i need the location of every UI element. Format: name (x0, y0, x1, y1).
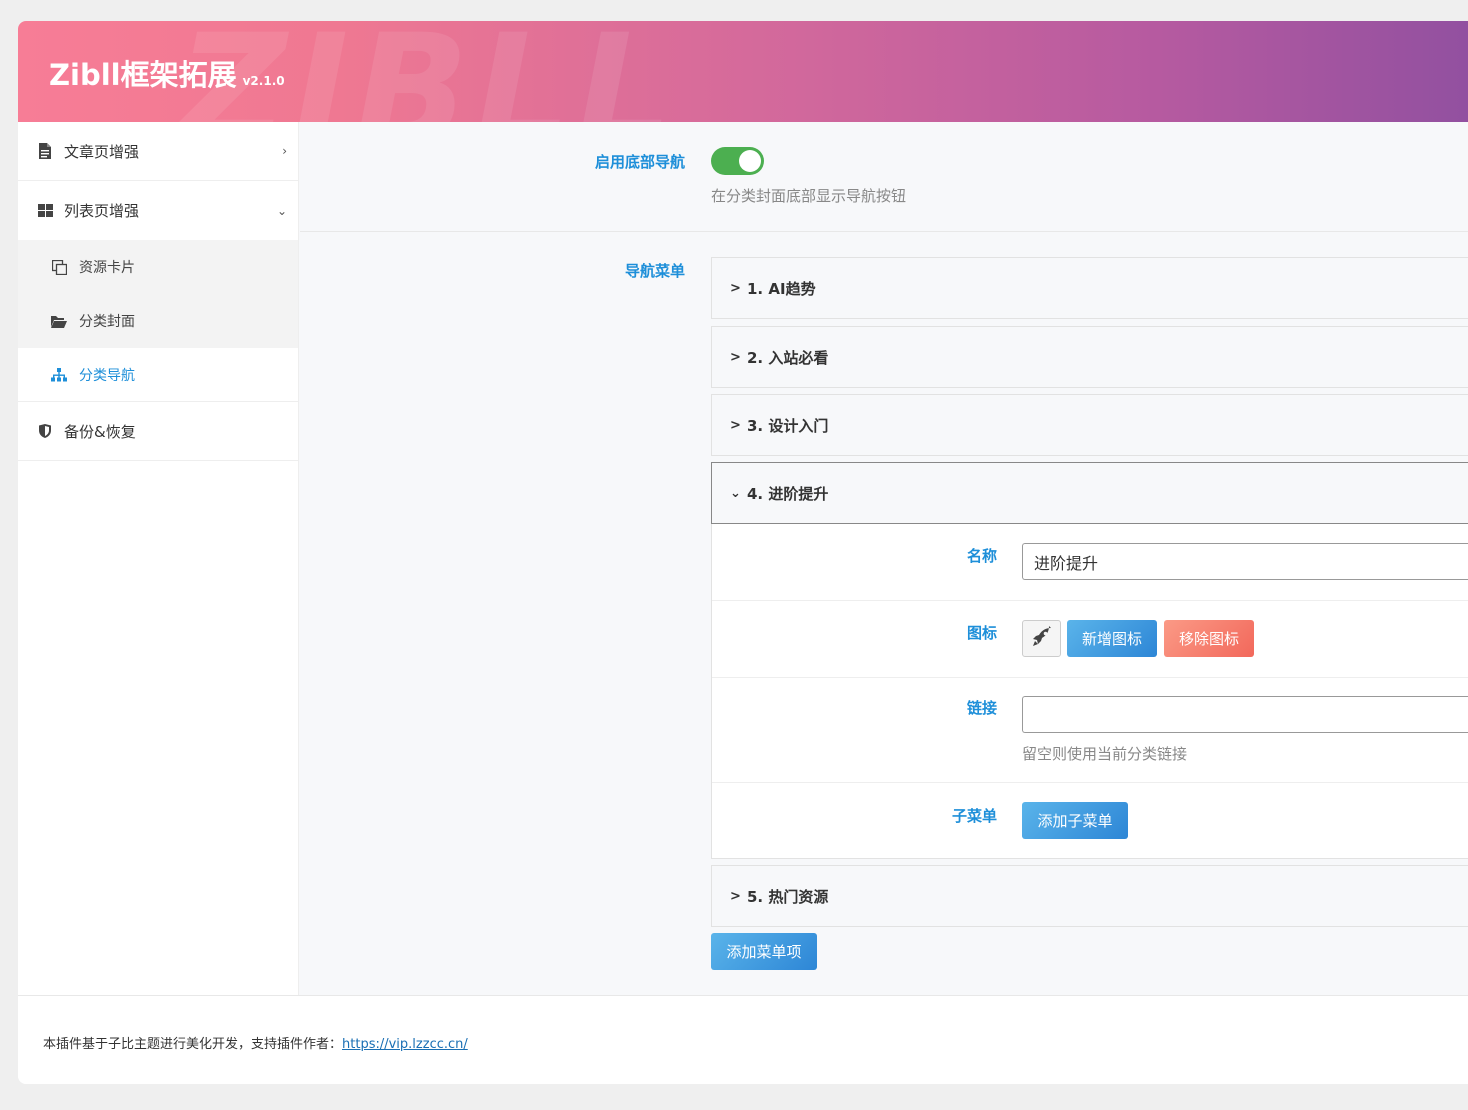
add-menu-item-button[interactable]: 添加菜单项 (711, 933, 817, 970)
footer: 本插件基于子比主题进行美化开发，支持插件作者：https://vip.lzzcc… (18, 995, 1468, 1084)
sidebar-item-label: 资源卡片 (79, 260, 135, 276)
sidebar-item-category-nav[interactable]: 分类导航 (18, 348, 298, 402)
menu-item-title: 进阶提升 (768, 485, 829, 503)
sidebar-item-label: 分类导航 (79, 367, 135, 384)
menu-item-1[interactable]: > 1. AI趋势 (711, 257, 1468, 319)
link-row: 链接 留空则使用当前分类链接 (712, 678, 1468, 782)
remove-icon-button[interactable]: 移除图标 (1164, 620, 1254, 657)
chevron-right-icon: › (282, 144, 287, 158)
grid-icon (37, 203, 53, 219)
toggle-knob (739, 150, 761, 172)
footer-text: 本插件基于子比主题进行美化开发，支持插件作者：https://vip.lzzcc… (43, 1033, 468, 1052)
divider (300, 231, 1468, 232)
chevron-right-icon: > (730, 350, 741, 365)
menu-item-index: 1. (747, 279, 764, 298)
menu-item-4[interactable]: ⌄ 4. 进阶提升 (711, 462, 1468, 524)
bottom-nav-hint: 在分类封面底部显示导航按钮 (711, 187, 907, 205)
footer-note: 本插件基于子比主题进行美化开发，支持插件作者： (43, 1037, 343, 1052)
copy-icon (51, 259, 67, 275)
chevron-down-icon: ⌄ (730, 486, 741, 501)
menu-item-title: AI趋势 (768, 280, 816, 298)
icon-preview[interactable] (1022, 620, 1061, 657)
bottom-nav-row: 启用底部导航 在分类封面底部显示导航按钮 (300, 122, 1468, 231)
menu-item-3[interactable]: > 3. 设计入门 (711, 394, 1468, 456)
folder-open-icon (51, 313, 67, 329)
nav-menu-label: 导航菜单 (624, 262, 685, 280)
menu-item-header[interactable]: > 5. 热门资源 (712, 866, 1468, 927)
menu-item-index: 3. (747, 416, 764, 435)
version-badge: v2.1.0 (242, 74, 285, 88)
rocket-icon (1031, 625, 1053, 652)
page-title: Zibll框架拓展 v2.1.0 (49, 52, 285, 94)
add-submenu-button[interactable]: 添加子菜单 (1022, 802, 1128, 839)
menu-item-header[interactable]: ⌄ 4. 进阶提升 (712, 463, 1468, 524)
bottom-nav-label: 启用底部导航 (594, 153, 685, 171)
menu-item-title: 热门资源 (768, 888, 829, 906)
sidebar-item-resource-card[interactable]: 资源卡片 (18, 240, 298, 294)
sidebar-item-article[interactable]: 文章页增强 › (18, 122, 298, 181)
submenu-label: 子菜单 (951, 807, 997, 825)
menu-item-header[interactable]: > 2. 入站必看 (712, 327, 1468, 388)
chevron-right-icon: > (730, 889, 741, 904)
name-label: 名称 (966, 547, 997, 565)
menu-item-4-body: 名称 进阶提升 图标 新增图标 移除图标 链接 留空则使用当前分类链接 子菜单 … (711, 524, 1468, 859)
chevron-right-icon: > (730, 418, 741, 433)
link-input[interactable] (1022, 696, 1468, 733)
name-row: 名称 进阶提升 (712, 524, 1468, 600)
sidebar: 文章页增强 › 列表页增强 ⌄ 资源卡片 分类封面 分类导航 备份&恢复 (18, 122, 299, 995)
link-label: 链接 (966, 699, 997, 717)
menu-item-5[interactable]: > 5. 热门资源 (711, 865, 1468, 927)
sidebar-submenu: 资源卡片 分类封面 分类导航 (18, 240, 298, 402)
sidebar-item-label: 列表页增强 (64, 202, 140, 220)
menu-item-header[interactable]: > 1. AI趋势 (712, 258, 1468, 319)
menu-item-index: 5. (747, 887, 764, 906)
icon-row: 图标 新增图标 移除图标 (712, 601, 1468, 677)
menu-item-header[interactable]: > 3. 设计入门 (712, 395, 1468, 456)
menu-item-index: 4. (747, 484, 764, 503)
chevron-down-icon: ⌄ (276, 203, 287, 218)
menu-item-2[interactable]: > 2. 入站必看 (711, 326, 1468, 388)
menu-item-title: 入站必看 (768, 349, 829, 367)
icon-label: 图标 (966, 624, 997, 642)
menu-item-index: 2. (747, 348, 764, 367)
header-banner: ZIBLL Zibll框架拓展 v2.1.0 (18, 21, 1468, 122)
chevron-right-icon: > (730, 281, 741, 296)
document-icon (37, 143, 53, 159)
sidebar-item-label: 文章页增强 (64, 142, 140, 161)
sitemap-icon (51, 367, 67, 383)
app-title: Zibll框架拓展 (49, 58, 237, 92)
link-hint: 留空则使用当前分类链接 (1022, 745, 1188, 763)
settings-panel: ZIBLL Zibll框架拓展 v2.1.0 文章页增强 › 列表页增强 ⌄ 资源… (18, 21, 1468, 1084)
add-icon-button[interactable]: 新增图标 (1067, 620, 1157, 657)
author-link[interactable]: https://vip.lzzcc.cn/ (342, 1037, 468, 1052)
sidebar-item-category-cover[interactable]: 分类封面 (18, 294, 298, 348)
sidebar-item-list[interactable]: 列表页增强 ⌄ (18, 181, 298, 240)
name-input[interactable]: 进阶提升 (1022, 543, 1468, 580)
sidebar-item-backup[interactable]: 备份&恢复 (18, 402, 298, 461)
sidebar-item-label: 备份&恢复 (64, 422, 136, 441)
submenu-row: 子菜单 添加子菜单 (712, 783, 1468, 859)
shield-icon (37, 423, 53, 439)
bottom-nav-toggle[interactable] (711, 147, 764, 175)
menu-item-title: 设计入门 (768, 417, 829, 435)
sidebar-item-label: 分类封面 (79, 314, 135, 330)
main-content: 启用底部导航 在分类封面底部显示导航按钮 导航菜单 > 1. AI趋势 > 2.… (300, 122, 1468, 995)
